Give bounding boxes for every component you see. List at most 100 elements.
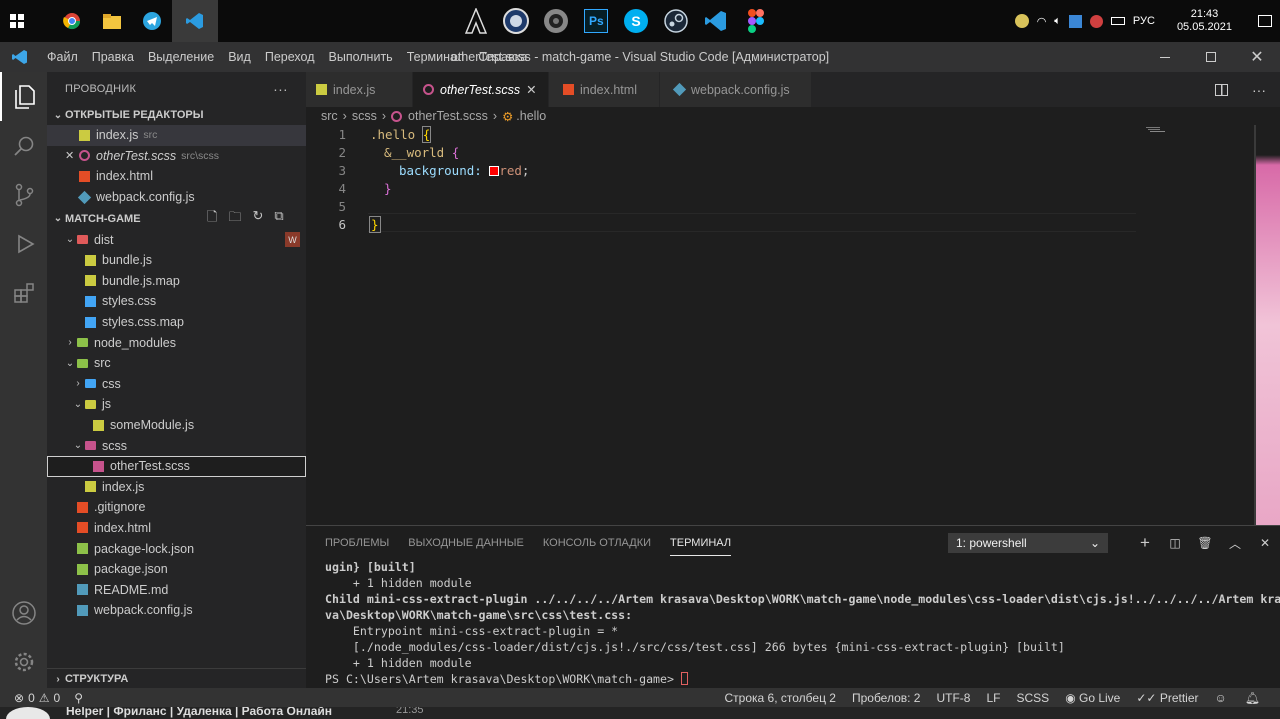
tray-red-icon[interactable]: [1089, 14, 1103, 28]
open-editor-item[interactable]: index.html: [47, 166, 306, 187]
breadcrumb-item[interactable]: otherTest.scss: [408, 109, 488, 123]
photoshop-icon[interactable]: Ps: [576, 0, 616, 42]
encoding[interactable]: UTF-8: [936, 691, 970, 705]
extensions-icon[interactable]: [0, 268, 47, 317]
open-editor-item[interactable]: ✕ otherTest.scss src\scss: [47, 146, 306, 167]
menu-edit[interactable]: Правка: [85, 50, 141, 64]
close-panel-icon[interactable]: ✕: [1250, 536, 1280, 550]
tab-output[interactable]: ВЫХОДНЫЕ ДАННЫЕ: [408, 531, 524, 555]
menu-help[interactable]: Справка: [471, 50, 534, 64]
trash-icon[interactable]: 🗑︎: [1190, 536, 1220, 550]
tab-index-html[interactable]: index.html: [549, 72, 660, 107]
tree-folder[interactable]: ⌄ js: [47, 394, 306, 415]
code-editor[interactable]: 1 2 3 4 5 6 .hello { &__world { backgrou…: [306, 125, 1256, 525]
end-of-line[interactable]: LF: [986, 691, 1000, 705]
tab-index-js[interactable]: index.js: [306, 72, 413, 107]
menu-view[interactable]: Вид: [221, 50, 258, 64]
go-live-button[interactable]: ◉ Go Live: [1065, 691, 1120, 705]
more-actions-icon[interactable]: ···: [1252, 82, 1266, 98]
split-terminal-icon[interactable]: ◫: [1160, 536, 1190, 550]
breadcrumb-item[interactable]: scss: [352, 109, 377, 123]
tab-debug-console[interactable]: КОНСОЛЬ ОТЛАДКИ: [543, 531, 651, 555]
tree-file[interactable]: package.json: [47, 559, 306, 580]
tree-file[interactable]: index.html: [47, 518, 306, 539]
breadcrumb-item[interactable]: .hello: [516, 109, 546, 123]
indentation[interactable]: Пробелов: 2: [852, 691, 921, 705]
menu-selection[interactable]: Выделение: [141, 50, 221, 64]
tab-terminal[interactable]: ТЕРМИНАЛ: [670, 531, 732, 556]
skype-icon[interactable]: S: [616, 0, 656, 42]
tree-file[interactable]: bundle.js.map: [47, 271, 306, 292]
language-mode[interactable]: SCSS: [1017, 691, 1050, 705]
tree-folder[interactable]: › node_modules: [47, 332, 306, 353]
tray-app-icon[interactable]: [1014, 14, 1029, 28]
outline-section[interactable]: › СТРУКТУРА: [47, 668, 306, 689]
bell-icon[interactable]: 🔔︎: [1245, 691, 1260, 705]
refresh-icon[interactable]: ↻: [252, 208, 263, 230]
new-folder-icon[interactable]: 🗀︎: [228, 208, 241, 230]
cursor-position[interactable]: Строка 6, столбец 2: [725, 691, 836, 705]
steam-icon[interactable]: [656, 0, 696, 42]
battery-icon[interactable]: [1110, 17, 1125, 25]
more-actions-icon[interactable]: ···: [273, 81, 288, 97]
new-file-icon[interactable]: 🗋︎: [207, 208, 217, 230]
tree-folder[interactable]: ⌄ src: [47, 353, 306, 374]
split-editor-icon[interactable]: [1215, 83, 1228, 96]
notifications-icon[interactable]: [1258, 15, 1272, 27]
feedback-icon[interactable]: ☺: [1215, 691, 1227, 705]
minimize-button[interactable]: [1142, 42, 1188, 72]
tree-folder[interactable]: ⌄ scss: [47, 435, 306, 456]
open-editor-item[interactable]: webpack.config.js: [47, 187, 306, 208]
tree-folder[interactable]: ⌄ dist W: [47, 229, 306, 250]
tab-webpack-config[interactable]: webpack.config.js: [660, 72, 812, 107]
collapse-all-icon[interactable]: ⧉: [274, 208, 283, 230]
vscode-icon-2[interactable]: [696, 0, 736, 42]
tree-file[interactable]: package-lock.json: [47, 538, 306, 559]
live-share-icon[interactable]: ⚲: [74, 691, 83, 705]
open-editor-item[interactable]: index.js src: [47, 125, 306, 146]
terminal-prompt[interactable]: PS C:\Users\Artem krasava\Desktop\WORK\m…: [325, 671, 688, 687]
run-debug-icon[interactable]: [0, 219, 47, 268]
tree-file[interactable]: someModule.js: [47, 415, 306, 436]
tree-file[interactable]: .gitignore: [47, 497, 306, 518]
color-swatch[interactable]: [489, 166, 500, 176]
tab-othertest-scss[interactable]: otherTest.scss ✕: [413, 72, 549, 107]
problems-indicator[interactable]: ⊗ 0 ⚠ 0: [14, 691, 60, 705]
speaker-app-icon[interactable]: [536, 0, 576, 42]
minimap[interactable]: [1146, 127, 1166, 133]
menu-run[interactable]: Выполнить: [322, 50, 400, 64]
tray-blue-icon[interactable]: [1068, 14, 1082, 28]
search-icon[interactable]: [0, 121, 47, 170]
cinema4d-icon[interactable]: [496, 0, 536, 42]
menu-file[interactable]: Файл: [40, 50, 85, 64]
tree-file[interactable]: README.md: [47, 579, 306, 600]
maximize-button[interactable]: [1188, 42, 1234, 72]
menu-go[interactable]: Переход: [258, 50, 322, 64]
assassins-creed-icon[interactable]: [456, 0, 496, 42]
account-icon[interactable]: [0, 588, 47, 637]
tree-file[interactable]: index.js: [47, 477, 306, 498]
telegram-icon[interactable]: [132, 0, 172, 42]
chrome-icon[interactable]: [52, 0, 92, 42]
tree-folder[interactable]: › css: [47, 374, 306, 395]
close-button[interactable]: ✕: [1234, 42, 1280, 72]
windows-start-icon[interactable]: [0, 0, 34, 42]
tree-file[interactable]: webpack.config.js: [47, 600, 306, 621]
new-terminal-icon[interactable]: +: [1130, 533, 1160, 553]
tree-file[interactable]: otherTest.scss: [47, 455, 306, 477]
project-section[interactable]: ⌄ MATCH-GAME 🗋︎ 🗀︎ ↻ ⧉: [47, 208, 306, 229]
tab-problems[interactable]: ПРОБЛЕМЫ: [325, 531, 389, 555]
language-indicator[interactable]: РУС: [1133, 15, 1155, 27]
wifi-icon[interactable]: ◠: [1037, 15, 1047, 28]
file-explorer-icon[interactable]: [92, 0, 132, 42]
tree-file[interactable]: bundle.js: [47, 250, 306, 271]
figma-icon[interactable]: [736, 0, 776, 42]
maximize-panel-icon[interactable]: ︿: [1220, 535, 1250, 552]
explorer-icon[interactable]: [0, 72, 47, 121]
volume-icon[interactable]: 🔈︎: [1054, 15, 1061, 28]
menu-terminal[interactable]: Терминал: [400, 50, 472, 64]
clock[interactable]: 21:43 05.05.2021: [1177, 8, 1232, 34]
close-icon[interactable]: ✕: [65, 149, 79, 162]
settings-gear-icon[interactable]: [0, 637, 47, 686]
terminal-select[interactable]: 1: powershell ⌄: [948, 533, 1108, 553]
